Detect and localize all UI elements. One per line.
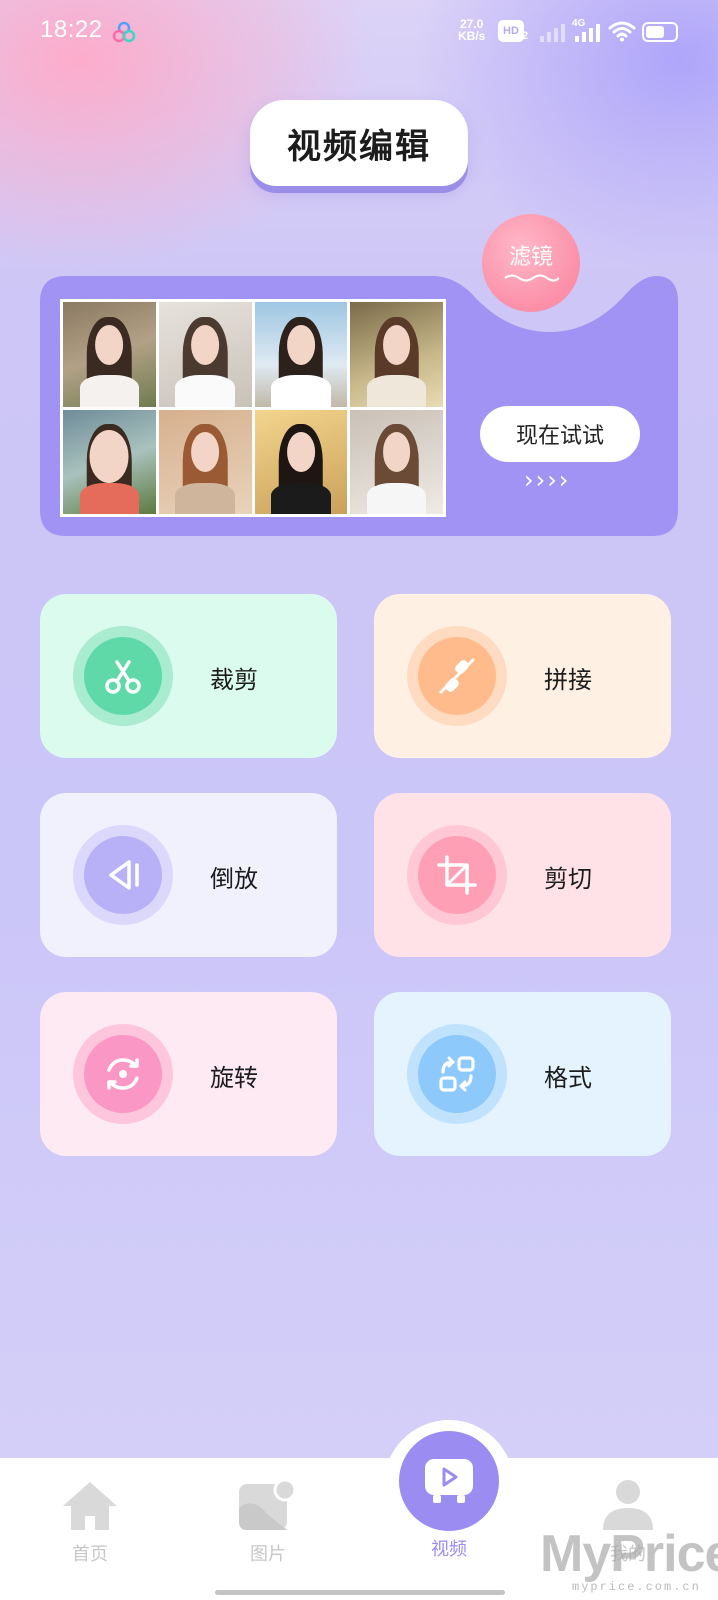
tool-label: 旋转 [210,1064,258,1092]
wave-icon [504,274,559,282]
hd-icon: HD [498,20,524,42]
nav-item-image[interactable]: 图片 [218,1478,318,1566]
photo-collage [60,299,446,517]
tool-card-rotate[interactable]: 旋转 [40,992,337,1156]
hd-sub-label: 2 [522,30,529,42]
image-icon [239,1478,297,1530]
tool-card-crop[interactable]: 剪切 [374,793,671,957]
collage-photo [63,409,156,514]
tool-card-merge[interactable]: 拼接 [374,594,671,758]
collage-photo [350,409,443,514]
home-indicator[interactable] [215,1590,505,1595]
collage-photo [158,409,252,514]
battery-icon [642,22,678,42]
nav-label: 首页 [72,1544,108,1565]
tool-label: 剪切 [544,865,592,893]
collage-photo [254,409,348,514]
watermark: MyPrice [540,1525,718,1583]
app-notification-icon [112,21,136,43]
tool-card-format[interactable]: 格式 [374,992,671,1156]
nav-item-video[interactable]: 视频 [399,1431,499,1561]
tool-label: 裁剪 [210,666,258,694]
crop-icon [437,855,477,895]
tool-card-trim[interactable]: 裁剪 [40,594,337,758]
watermark-sub: myprice.com.cn [572,1580,701,1594]
try-now-button[interactable]: 现在试试 [480,406,640,462]
status-time: 18:22 [40,16,103,43]
tool-label: 拼接 [544,666,592,694]
signal-icon-sim2 [575,24,600,42]
filter-badge[interactable]: 滤镜 [482,214,580,312]
page-title: 视频编辑 [287,126,431,167]
collage-photo [63,302,156,407]
video-icon [425,1459,473,1503]
link-icon [439,658,475,694]
nav-item-home[interactable]: 首页 [40,1478,140,1566]
format-convert-icon [439,1056,475,1092]
collage-photo [158,302,252,407]
filter-banner[interactable]: 滤镜 现在试试 ›››› [40,214,678,536]
signal-icon-sim1 [540,24,565,42]
wifi-icon [608,21,636,42]
filter-badge-label: 滤镜 [508,245,553,270]
network-speed: 27.0 KB/s [458,17,486,43]
arrows-indicator: ›››› [524,466,571,494]
collage-photo [350,302,443,407]
status-bar: 18:22 27.0 KB/s HD 2 4G [0,0,718,64]
nav-video-circle [399,1431,499,1531]
rotate-icon [107,1058,139,1090]
tool-label: 倒放 [210,865,258,893]
tool-label: 格式 [544,1064,592,1092]
collage-photo [254,302,348,407]
reverse-play-icon [109,860,139,890]
scissors-icon [105,660,141,694]
home-icon [63,1482,117,1530]
nav-label: 视频 [431,1539,467,1560]
nav-label: 图片 [250,1544,286,1565]
tool-card-reverse[interactable]: 倒放 [40,793,337,957]
page-title-bubble: 视频编辑 [250,100,468,186]
